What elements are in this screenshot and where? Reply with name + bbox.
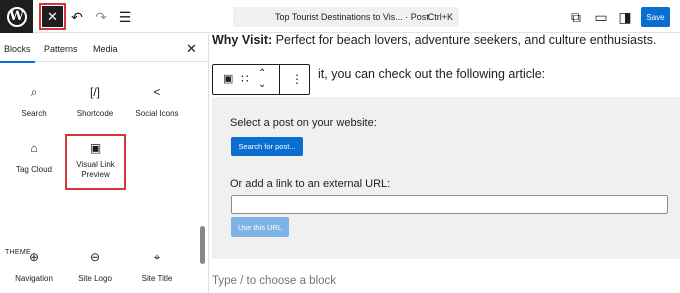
why-visit-text: Perfect for beach lovers, adventure seek… [272, 34, 657, 47]
redo-icon[interactable]: ↷ [92, 8, 110, 26]
block-label: Search [21, 109, 47, 118]
block-label: Shortcode [76, 109, 114, 118]
shortcode-icon: [/] [89, 85, 100, 99]
editor-canvas: Why Visit: Perfect for beach lovers, adv… [210, 34, 680, 293]
tab-media[interactable]: Media [93, 44, 118, 54]
toolbar-divider [279, 65, 280, 94]
block-visual-link-preview[interactable]: ▣ Visual Link Preview [65, 134, 126, 190]
move-up-down-icon[interactable]: ⌃⌄ [258, 68, 270, 90]
post-title: Top Tourist Destinations to Vis... · Pos… [275, 12, 429, 22]
link-preview-icon: ▣ [89, 141, 102, 155]
block-label: Visual Link Preview [76, 160, 115, 179]
tag-icon: ⌂ [30, 141, 38, 155]
search-for-post-button[interactable]: Search for post... [231, 137, 303, 156]
paragraph-why-visit[interactable]: Why Visit: Perfect for beach lovers, adv… [212, 34, 656, 47]
map-pin-icon: ⌖ [153, 250, 161, 264]
select-post-label: Select a post on your website: [230, 117, 377, 129]
paragraph-article-intro[interactable]: it, you can check out the following arti… [318, 67, 545, 81]
block-site-title[interactable]: ⌖ Site Title [125, 249, 189, 283]
document-overview-icon[interactable]: ☰ [116, 8, 134, 26]
search-icon: ⌕ [30, 85, 38, 99]
command-palette[interactable]: Top Tourist Destinations to Vis... · Pos… [233, 7, 459, 27]
block-toolbar: ▣ ∷ ⌃⌄ ⋮ [212, 64, 310, 95]
save-button[interactable]: Save [641, 7, 670, 27]
external-url-input[interactable] [231, 195, 668, 214]
why-visit-label: Why Visit: [212, 34, 273, 47]
block-social-icons[interactable]: < Social Icons [125, 84, 189, 118]
navigation-icon: ⊕ [28, 250, 40, 264]
block-navigation[interactable]: ⊕ Navigation [2, 249, 66, 283]
undo-icon[interactable]: ↶ [68, 8, 86, 26]
shortcut-hint: Ctrl+K [427, 12, 453, 22]
site-logo-icon: ⊖ [89, 250, 101, 264]
inserter-tabs: Blocks Patterns Media ✕ [0, 34, 208, 63]
visual-link-preview-block: Select a post on your website: Search fo… [212, 97, 680, 259]
sidebar-scrollbar[interactable] [200, 226, 205, 264]
block-type-icon[interactable]: ▣ [223, 72, 233, 85]
share-icon: < [153, 85, 161, 99]
more-options-icon[interactable]: ⋮ [291, 72, 303, 86]
block-search[interactable]: ⌕ Search [2, 84, 66, 118]
block-label: Site Logo [78, 274, 112, 283]
block-site-logo[interactable]: ⊖ Site Logo [63, 249, 127, 283]
wordpress-logo[interactable]: W [0, 0, 33, 33]
settings-icon[interactable]: ◨ [616, 8, 634, 26]
view-post-icon[interactable]: ⧉ [567, 8, 585, 26]
block-inserter-sidebar: Blocks Patterns Media ✕ ⌕ Search [/] Sho… [0, 34, 209, 293]
block-label: Site Title [141, 274, 173, 283]
drag-handle-icon[interactable]: ∷ [241, 72, 249, 86]
block-appender-placeholder[interactable]: Type / to choose a block [212, 275, 336, 287]
tab-blocks[interactable]: Blocks [0, 44, 34, 63]
close-icon[interactable]: ✕ [186, 41, 197, 57]
block-tag-cloud[interactable]: ⌂ Tag Cloud [2, 140, 66, 174]
wordpress-icon: W [6, 6, 27, 27]
use-this-url-button[interactable]: Use this URL [231, 217, 289, 237]
block-shortcode[interactable]: [/] Shortcode [63, 84, 127, 118]
tab-patterns[interactable]: Patterns [44, 44, 78, 54]
block-label: Social Icons [135, 109, 179, 118]
block-label: Navigation [15, 274, 53, 283]
external-url-label: Or add a link to an external URL: [230, 178, 391, 190]
preview-icon[interactable]: ▭ [592, 8, 610, 26]
block-label: Tag Cloud [15, 165, 53, 174]
top-toolbar: W ✕ ↶ ↷ ☰ Top Tourist Destinations to Vi… [0, 0, 680, 33]
close-inserter-button[interactable]: ✕ [39, 3, 66, 30]
